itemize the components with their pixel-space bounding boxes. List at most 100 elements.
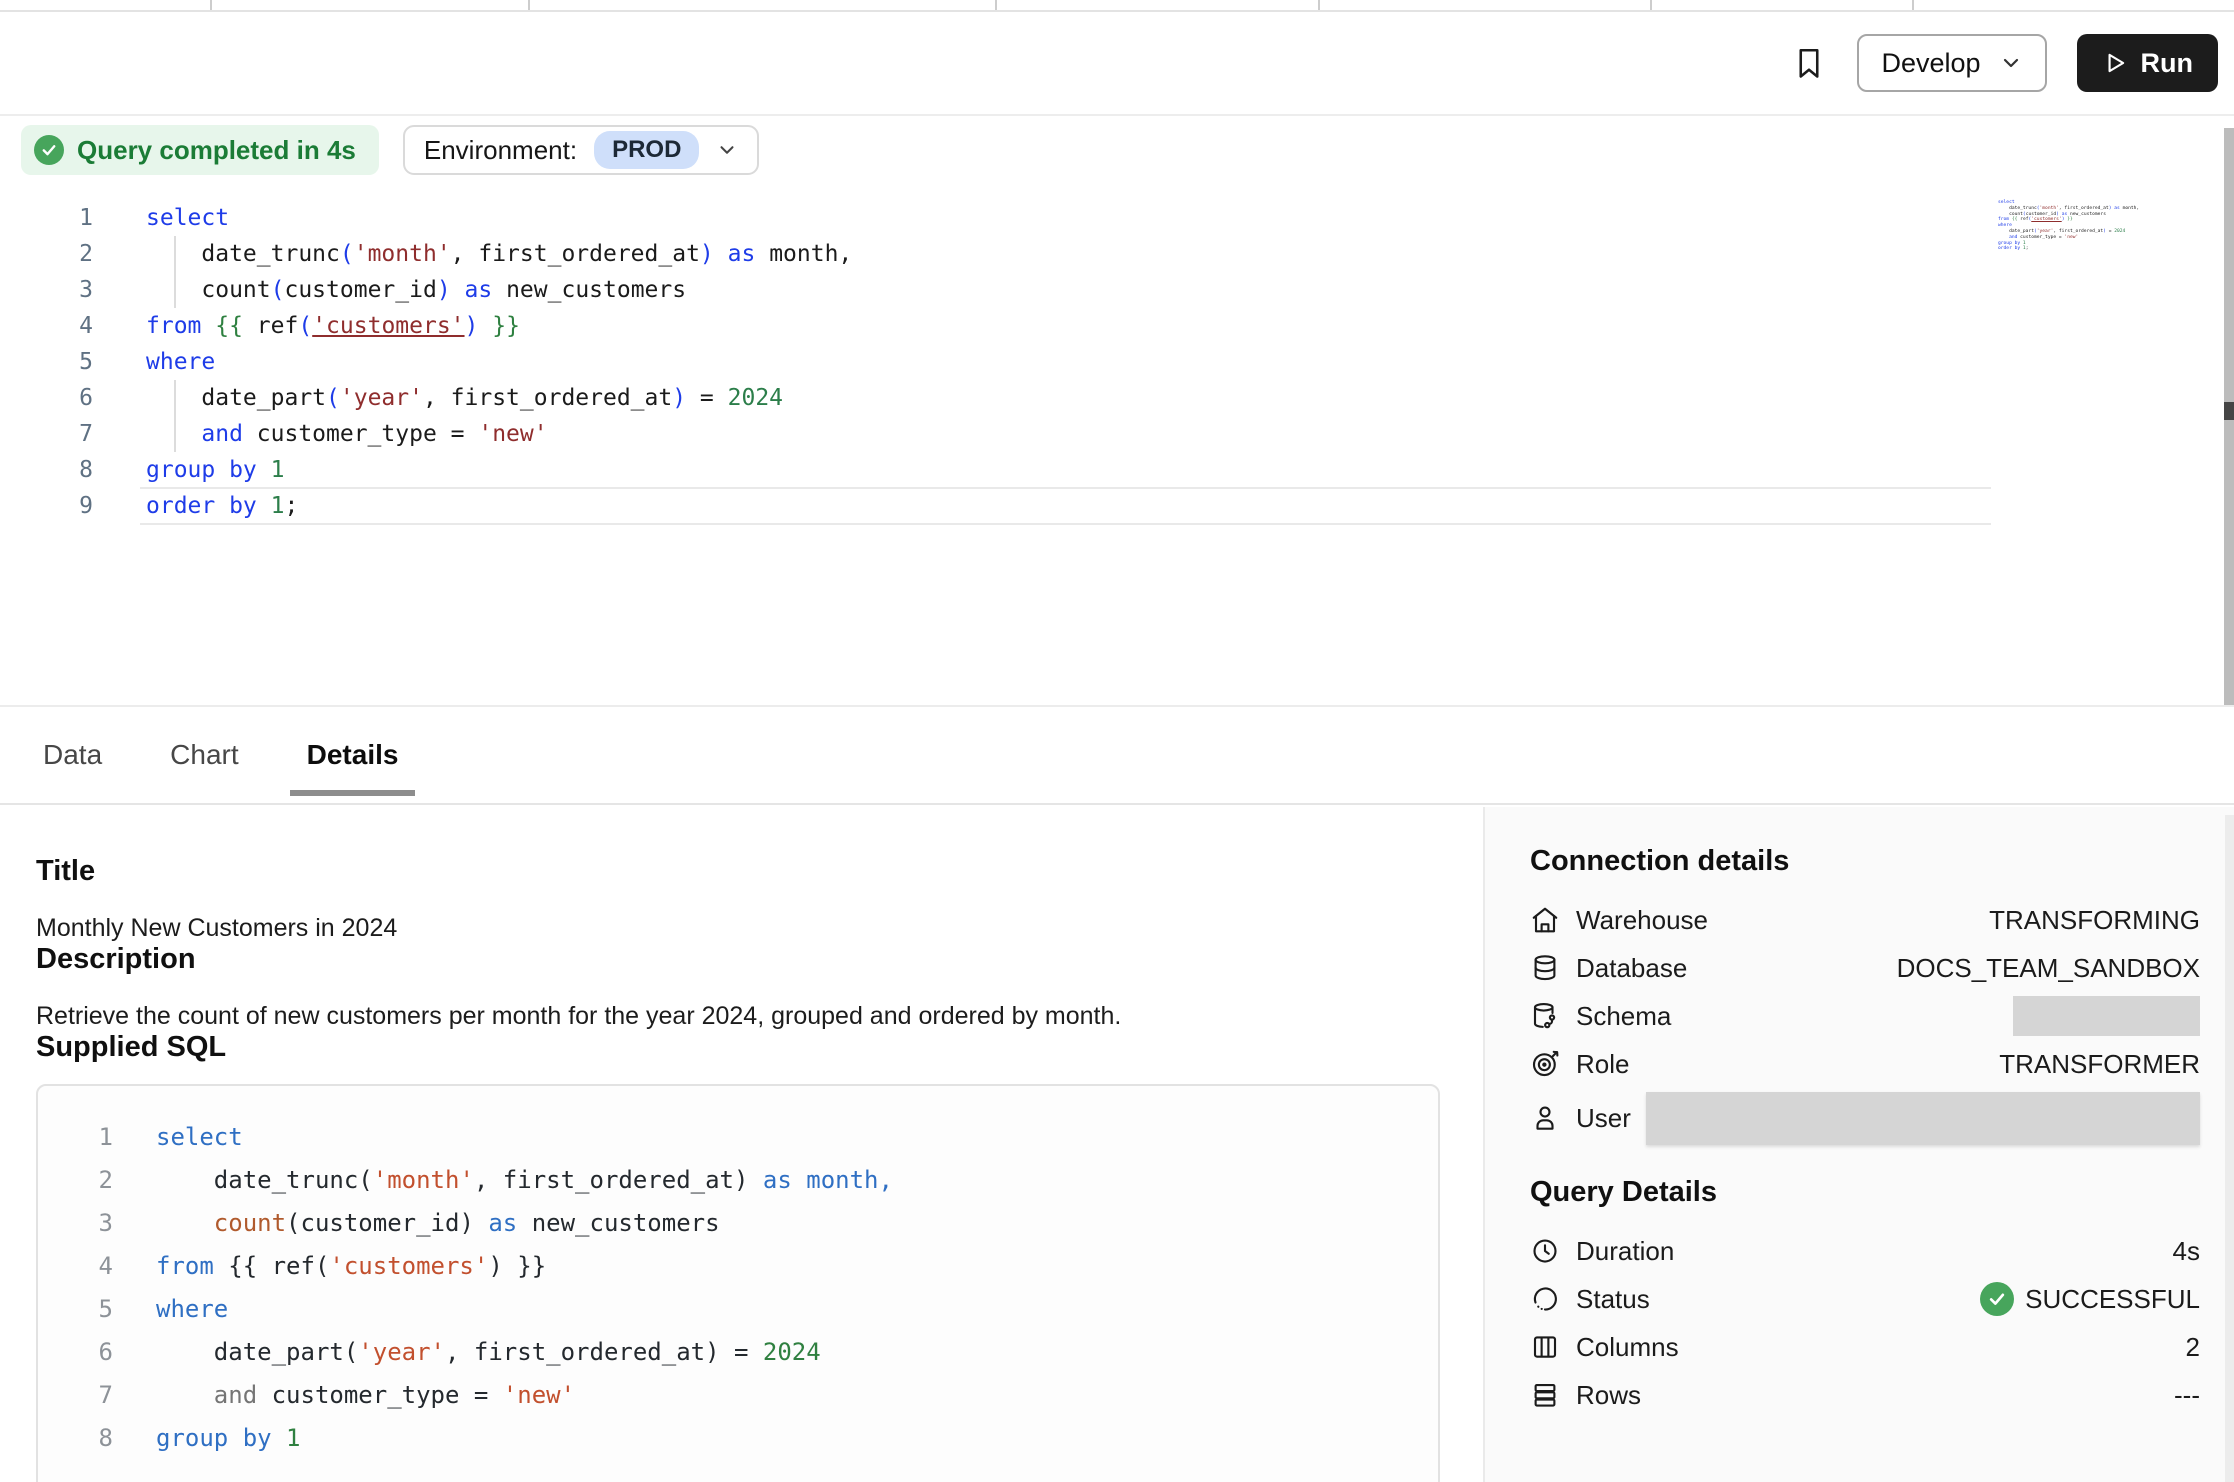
user-redacted-value xyxy=(1646,1092,2200,1145)
chevron-down-icon xyxy=(1999,51,2023,75)
code-token: ) xyxy=(437,277,451,303)
connection-details-heading: Connection details xyxy=(1530,845,2200,878)
code-line[interactable]: 4from {{ ref('customers') }} xyxy=(0,308,2234,344)
tab-divider xyxy=(995,0,997,10)
code-token: }} xyxy=(492,313,520,339)
environment-selector[interactable]: Environment: PROD xyxy=(403,125,760,175)
code-line[interactable]: 8group by 1 xyxy=(0,452,2234,488)
code-token: where xyxy=(1998,223,2012,228)
code-token: as xyxy=(728,241,756,267)
code-line[interactable]: 2 date_trunc('month', first_ordered_at) … xyxy=(0,236,2234,272)
bookmark-button[interactable] xyxy=(1791,45,1827,81)
query-status-pill: Query completed in 4s xyxy=(21,125,379,175)
code-line[interactable]: 9order by 1; xyxy=(0,488,2234,524)
code-text: order by 1; xyxy=(93,488,298,524)
code-line[interactable]: 6 date_part('year', first_ordered_at) = … xyxy=(0,380,2234,416)
row-label: Schema xyxy=(1576,1001,1671,1032)
code-token xyxy=(201,313,215,339)
tab-divider xyxy=(210,0,212,10)
develop-dropdown[interactable]: Develop xyxy=(1857,34,2046,92)
code-token: 'new' xyxy=(2064,235,2078,240)
code-token: customer_id xyxy=(284,277,436,303)
code-token: new_customers xyxy=(492,277,686,303)
editor-minimap[interactable]: select date_trunc('month', first_ordered… xyxy=(1998,200,2110,252)
line-number: 5 xyxy=(0,344,93,380)
code-text: count(customer_id) as new_customers xyxy=(113,1202,720,1245)
top-tab-strip xyxy=(0,0,2234,12)
code-token: and xyxy=(201,421,243,447)
warehouse-value: TRANSFORMING xyxy=(1989,905,2200,936)
line-number: 4 xyxy=(0,308,93,344)
details-scrollbar[interactable] xyxy=(2225,815,2234,1482)
code-token: ) }} xyxy=(488,1252,546,1280)
code-text: group by 1 xyxy=(113,1417,301,1460)
code-token: date_part( xyxy=(156,1338,358,1366)
role-value: TRANSFORMER xyxy=(1999,1049,2200,1080)
schema-redacted-value xyxy=(2013,996,2200,1036)
code-text: date_part('year', first_ordered_at) = 20… xyxy=(93,380,783,416)
bookmark-icon xyxy=(1791,45,1827,81)
code-token: month, xyxy=(755,241,852,267)
code-token xyxy=(451,277,465,303)
supplied-sql-block: 1select2 date_trunc('month', first_order… xyxy=(36,1084,1440,1482)
code-token: , first_ordered_at xyxy=(451,241,700,267)
tab-details[interactable]: Details xyxy=(307,739,399,771)
tab-data[interactable]: Data xyxy=(43,739,102,771)
code-line[interactable]: 7 and customer_type = 'new' xyxy=(0,416,2234,452)
code-token: 'new' xyxy=(478,421,547,447)
code-line[interactable]: 1 select xyxy=(0,200,2234,236)
row-label: Columns xyxy=(1576,1332,1679,1363)
query-row-status: Status SUCCESSFUL xyxy=(1530,1275,2200,1323)
code-token: from xyxy=(1998,217,2009,222)
code-token xyxy=(714,241,728,267)
run-button[interactable]: Run xyxy=(2077,34,2218,92)
code-line: 6 date_part('year', first_ordered_at) = … xyxy=(38,1331,1438,1374)
code-line: 7 and customer_type = 'new' xyxy=(38,1374,1438,1417)
code-token: and xyxy=(214,1381,257,1409)
code-token: 2024 xyxy=(728,385,783,411)
code-token: select xyxy=(156,1123,243,1151)
environment-value-chip: PROD xyxy=(594,131,699,169)
code-token: date_trunc xyxy=(1998,206,2037,211)
code-token: as xyxy=(488,1209,517,1237)
code-token: , first_ordered_at xyxy=(2053,229,2103,234)
tab-divider xyxy=(1318,0,1320,10)
code-token: new_customers xyxy=(517,1209,719,1237)
code-token: = xyxy=(686,385,728,411)
code-token: 1 xyxy=(271,493,285,519)
code-text: group by 1 xyxy=(93,452,285,488)
code-line[interactable]: 3 count(customer_id) as new_customers xyxy=(0,272,2234,308)
row-label: Duration xyxy=(1576,1236,1674,1267)
code-token: select xyxy=(146,205,229,231)
editor-scrollbar-thumb[interactable] xyxy=(2224,402,2234,420)
code-line: 4from {{ ref('customers') }} xyxy=(38,1245,1438,1288)
row-label: Status xyxy=(1576,1284,1650,1315)
details-sidebar: Connection details Warehouse TRANSFORMIN… xyxy=(1483,807,2234,1482)
code-line[interactable]: 5 where xyxy=(0,344,2234,380)
line-number: 6 xyxy=(38,1331,113,1374)
rows-value: --- xyxy=(2174,1380,2200,1411)
line-number: 9 xyxy=(0,488,93,524)
code-line: 3 count(customer_id) as new_customers xyxy=(38,1202,1438,1245)
tab-chart[interactable]: Chart xyxy=(170,739,238,771)
status-bar: Query completed in 4s Environment: PROD xyxy=(21,125,759,175)
query-row-duration: Duration 4s xyxy=(1530,1227,2200,1275)
code-text: from {{ ref('customers') }} xyxy=(113,1245,546,1288)
code-token: where xyxy=(146,349,215,375)
code-token: (customer_id) xyxy=(286,1209,488,1237)
role-icon xyxy=(1530,1049,1560,1079)
schema-icon xyxy=(1530,1001,1560,1031)
code-token: = xyxy=(2106,229,2114,234)
status-loader-icon xyxy=(1530,1284,1560,1314)
code-token: , first_ordered_at xyxy=(2059,206,2109,211)
query-row-columns: Columns 2 xyxy=(1530,1323,2200,1371)
code-token: 'month' xyxy=(354,241,451,267)
details-main: Title Monthly New Customers in 2024 Desc… xyxy=(0,807,1483,1482)
line-number: 1 xyxy=(0,200,93,236)
code-token: from xyxy=(146,313,201,339)
sql-editor[interactable]: 1 select 2 date_trunc('month', first_order… xyxy=(0,200,2234,524)
editor-scrollbar[interactable] xyxy=(2224,128,2234,706)
code-token: as month, xyxy=(763,1166,893,1194)
code-token: select xyxy=(1998,200,2015,205)
environment-label: Environment: xyxy=(424,135,577,166)
